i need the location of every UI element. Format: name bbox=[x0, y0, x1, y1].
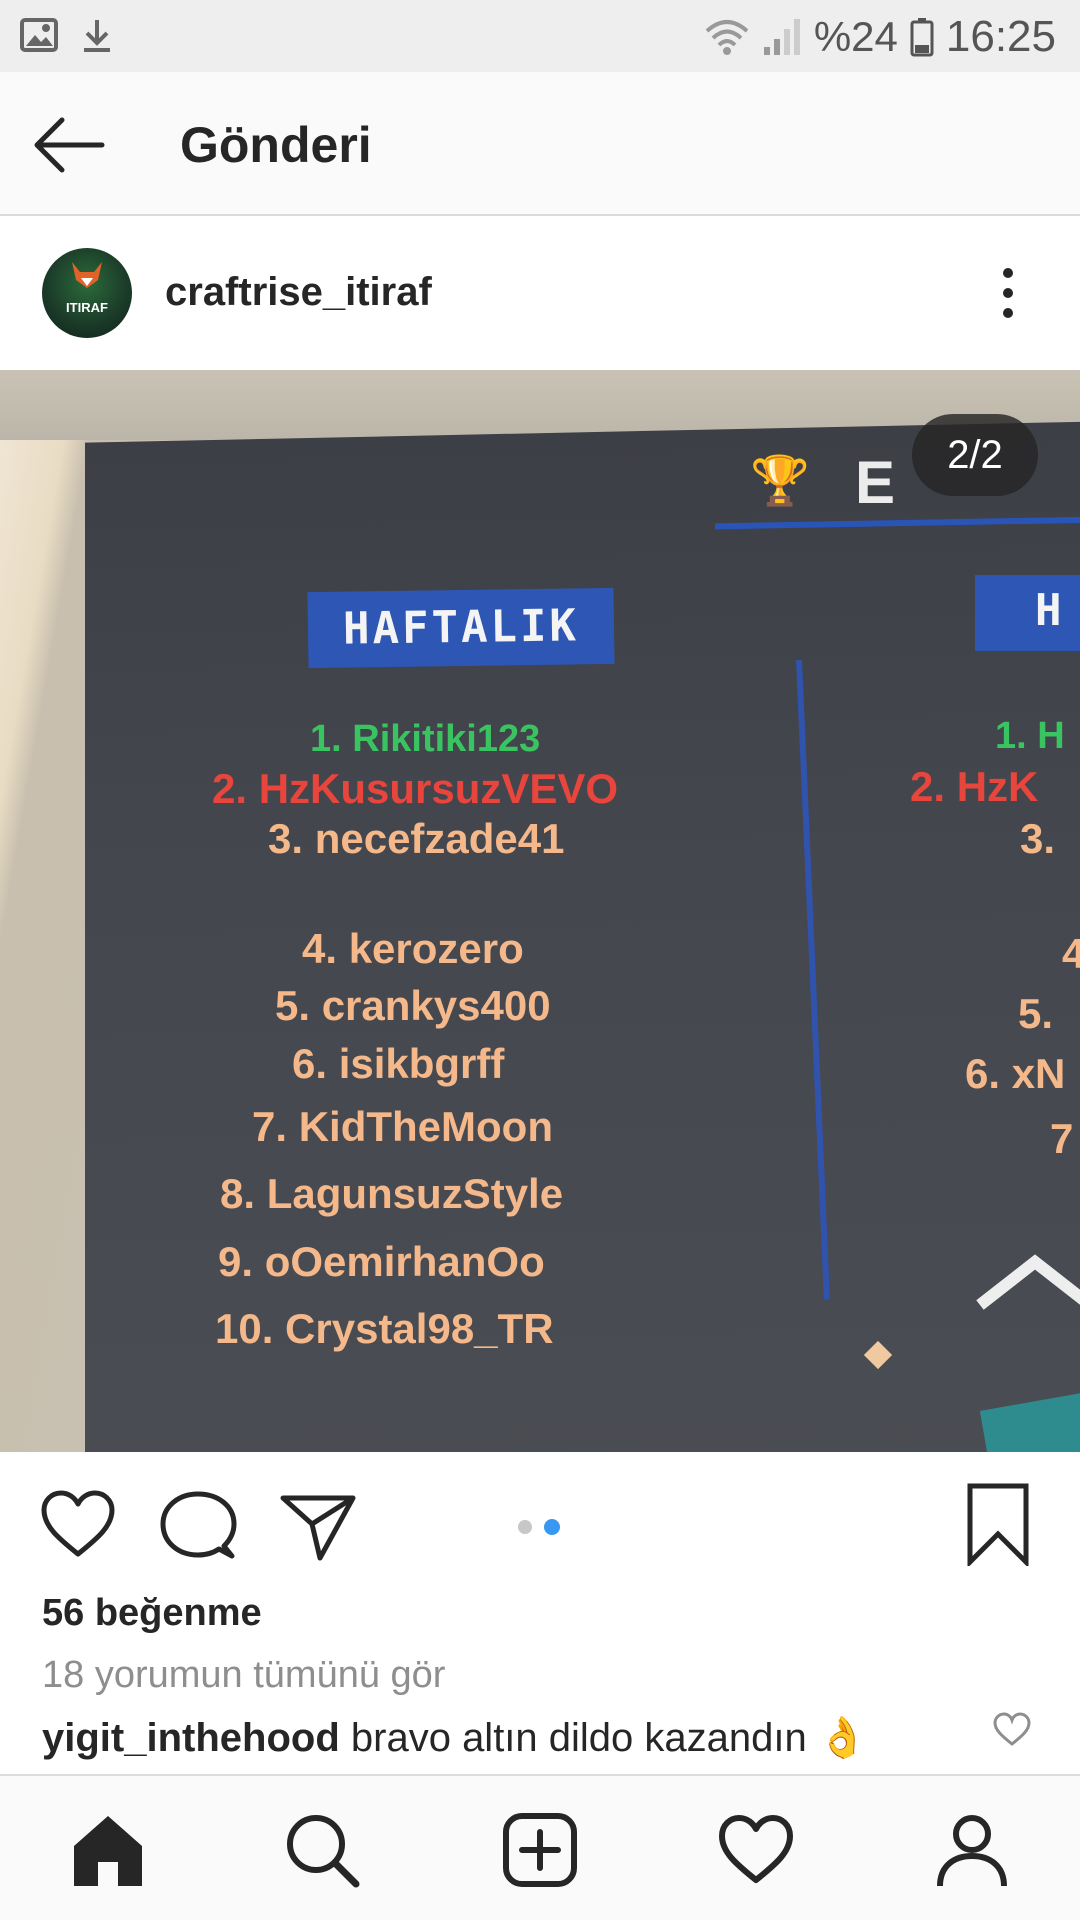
more-options-button[interactable] bbox=[990, 258, 1026, 328]
search-icon bbox=[287, 1815, 360, 1888]
chevron-up-icon bbox=[976, 1254, 1080, 1310]
more-dot bbox=[1003, 268, 1013, 278]
leaderboard-right-entry: 2. HzK bbox=[910, 763, 1039, 810]
photo-tab-label: HAFTALIK bbox=[342, 600, 580, 655]
status-left bbox=[20, 16, 114, 54]
nav-home[interactable] bbox=[68, 1810, 148, 1890]
photo-title-partial: E bbox=[855, 449, 898, 516]
arrow-left-icon bbox=[28, 110, 112, 180]
comment-icon bbox=[160, 1491, 237, 1559]
view-all-comments-link[interactable]: 18 yorumun tümünü gör bbox=[42, 1654, 445, 1697]
photo-screen bbox=[85, 421, 1080, 1452]
heart-icon bbox=[993, 1712, 1031, 1746]
save-button[interactable] bbox=[962, 1482, 1034, 1566]
post-photo[interactable]: 🏆 E HAFTALIK H 1. Rikitiki123 2. HzKusur… bbox=[0, 370, 1080, 1452]
carousel-page-indicator: 2/2 bbox=[912, 414, 1038, 496]
leaderboard-entry: 10. Crystal98_TR bbox=[215, 1305, 554, 1352]
post-header: ITIRAF craftrise_itiraf bbox=[0, 218, 1080, 370]
avatar[interactable]: ITIRAF bbox=[42, 248, 132, 338]
status-time: 16:25 bbox=[945, 12, 1056, 61]
send-icon bbox=[280, 1495, 356, 1561]
leaderboard-entry: 4. kerozero bbox=[302, 925, 524, 972]
nav-activity[interactable] bbox=[716, 1810, 796, 1890]
likes-count[interactable]: 56 beğenme bbox=[42, 1592, 262, 1635]
battery-percent: %24 bbox=[813, 13, 898, 60]
comment-username[interactable]: yigit_inthehood bbox=[42, 1716, 340, 1760]
leaderboard-right-entry: 7 bbox=[1050, 1115, 1074, 1162]
home-icon bbox=[74, 1816, 142, 1886]
post-actions bbox=[0, 1452, 1080, 1592]
back-button[interactable] bbox=[28, 110, 112, 180]
more-dot bbox=[1003, 308, 1013, 318]
nav-add-post[interactable] bbox=[500, 1810, 580, 1890]
leaderboard-entry: 9. oOemirhanOo bbox=[218, 1238, 545, 1285]
comment-like-button[interactable] bbox=[992, 1712, 1032, 1748]
carousel-dot bbox=[518, 1520, 532, 1534]
nav-profile[interactable] bbox=[932, 1810, 1012, 1890]
leaderboard-entry: 1. Rikitiki123 bbox=[310, 718, 541, 760]
image-icon bbox=[20, 16, 58, 54]
add-post-icon bbox=[503, 1813, 577, 1887]
trophy-icon: 🏆 bbox=[750, 455, 810, 508]
leaderboard-entry: 7. KidTheMoon bbox=[252, 1103, 553, 1150]
status-right: %24 16:25 bbox=[704, 12, 1056, 62]
bookmark-icon bbox=[967, 1483, 1029, 1566]
signal-icon bbox=[762, 17, 802, 57]
page-title: Gönderi bbox=[180, 117, 372, 173]
avatar-text: ITIRAF bbox=[66, 300, 108, 315]
leaderboard-right-entry: 6. xN bbox=[965, 1050, 1066, 1097]
share-button[interactable] bbox=[278, 1486, 358, 1566]
heart-icon bbox=[719, 1815, 793, 1883]
leaderboard-entry: 2. HzKusursuzVEVO bbox=[212, 765, 619, 812]
leaderboard-entry: 3. necefzade41 bbox=[268, 815, 565, 862]
more-dot bbox=[1003, 288, 1013, 298]
leaderboard-right-entry: 1. H bbox=[995, 715, 1065, 757]
leaderboard-right-entry: 4 bbox=[1062, 930, 1080, 977]
bottom-navigation bbox=[0, 1774, 1080, 1920]
leaderboard-right-entry: 5. bbox=[1018, 990, 1054, 1037]
comment-text: bravo altın dildo kazandın 👌 bbox=[350, 1716, 868, 1760]
leaderboard-entry: 6. isikbgrff bbox=[292, 1040, 505, 1087]
status-bar: %24 16:25 bbox=[0, 0, 1080, 72]
fox-logo-icon bbox=[72, 262, 102, 288]
battery-icon bbox=[910, 17, 934, 57]
comment-button[interactable] bbox=[158, 1486, 238, 1566]
download-icon bbox=[80, 16, 114, 54]
photo-tab-right: H bbox=[975, 575, 1080, 651]
carousel-dot-active bbox=[544, 1519, 560, 1535]
top-app-bar: Gönderi bbox=[0, 72, 1080, 216]
photo-tab-right-label: H bbox=[1035, 585, 1062, 636]
carousel-dots bbox=[518, 1519, 560, 1535]
photo-tab-weekly: HAFTALIK bbox=[307, 587, 615, 669]
profile-icon bbox=[937, 1815, 1007, 1887]
heart-icon bbox=[41, 1490, 115, 1557]
comment-item: yigit_inthehood bravo altın dildo kazand… bbox=[42, 1714, 868, 1761]
like-button[interactable] bbox=[38, 1486, 118, 1566]
leaderboard-entry: 8. LagunsuzStyle bbox=[220, 1170, 564, 1217]
leaderboard-entry: 5. crankys400 bbox=[275, 982, 551, 1029]
post-username[interactable]: craftrise_itiraf bbox=[165, 270, 432, 315]
leaderboard-right-entry: 3. bbox=[1020, 815, 1056, 862]
wifi-icon bbox=[704, 17, 750, 57]
nav-search[interactable] bbox=[282, 1810, 362, 1890]
